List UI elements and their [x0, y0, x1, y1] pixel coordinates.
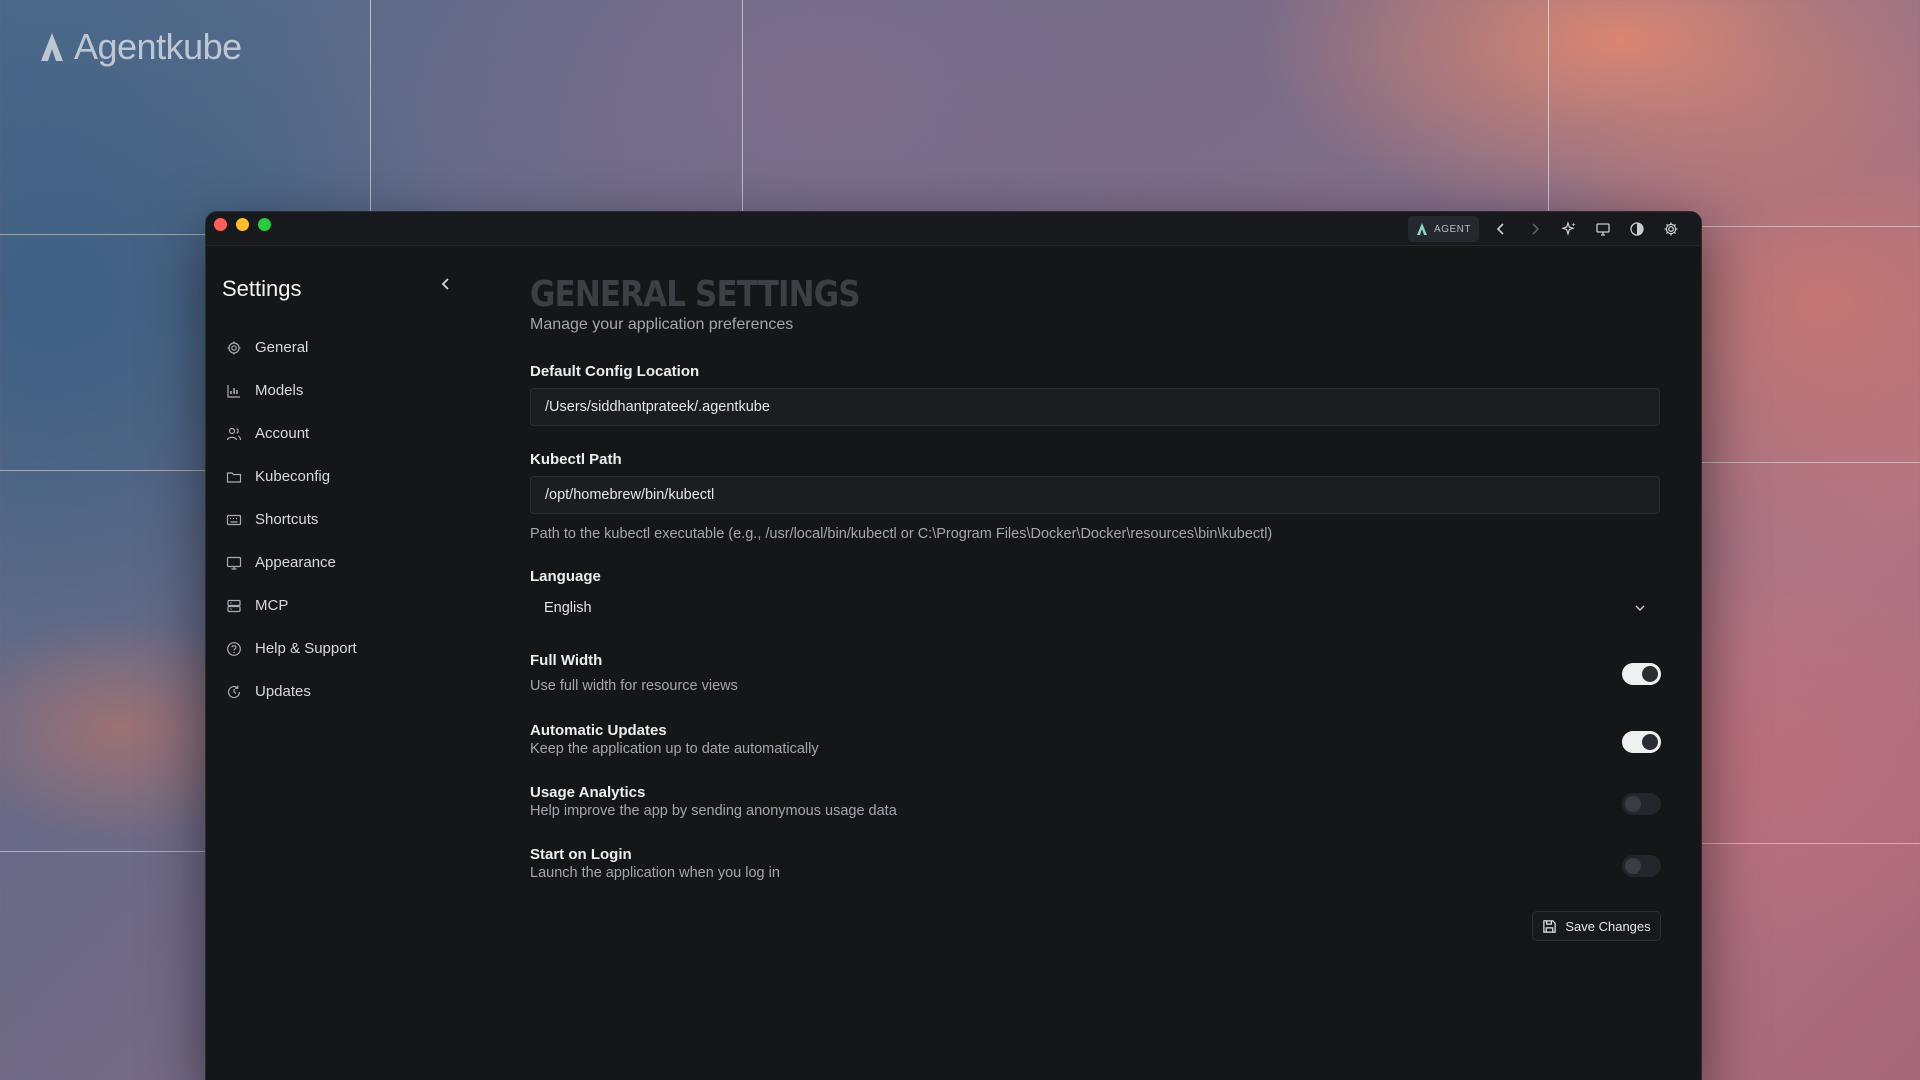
automatic-updates-toggle[interactable]	[1622, 731, 1661, 753]
sidebar-item-shortcuts[interactable]: Shortcuts	[226, 498, 357, 541]
bg-grid-line	[1702, 462, 1920, 463]
chevron-left-icon	[1496, 223, 1504, 235]
forward-button[interactable]	[1523, 217, 1547, 241]
titlebar-actions: AGENT	[1408, 216, 1683, 242]
kubectl-path-label: Kubectl Path	[530, 451, 622, 468]
contrast-icon	[1630, 222, 1644, 236]
sidebar-item-mcp[interactable]: MCP	[226, 584, 357, 627]
save-icon	[1543, 919, 1557, 933]
server-icon	[227, 599, 241, 612]
sidebar-item-label: Shortcuts	[255, 511, 319, 528]
sidebar-item-kubeconfig[interactable]: Kubeconfig	[226, 455, 357, 498]
agentkube-logo-icon	[41, 33, 63, 61]
bg-grid-line	[1548, 0, 1549, 230]
sidebar-title: Settings	[222, 276, 302, 301]
agent-button[interactable]: AGENT	[1408, 216, 1479, 242]
save-changes-button[interactable]: Save Changes	[1532, 911, 1661, 941]
full-width-title: Full Width	[530, 652, 603, 669]
language-select[interactable]: English	[530, 592, 1660, 624]
kubectl-path-hint: Path to the kubectl executable (e.g., /u…	[530, 526, 1273, 542]
full-width-toggle[interactable]	[1622, 663, 1661, 685]
kubectl-path-input[interactable]	[530, 476, 1660, 514]
usage-analytics-description: Help improve the app by sending anonymou…	[530, 803, 897, 819]
sidebar-item-updates[interactable]: Updates	[226, 670, 357, 713]
start-on-login-description: Launch the application when you log in	[530, 865, 780, 881]
refresh-icon	[227, 685, 241, 698]
gear-icon	[227, 341, 241, 354]
bg-grid-line	[742, 0, 743, 230]
config-location-label: Default Config Location	[530, 363, 700, 380]
start-on-login-toggle[interactable]	[1622, 855, 1661, 877]
brand: Agentkube	[40, 26, 242, 68]
app-window: AGENT Settings General Models Account Ku…	[205, 211, 1702, 1080]
sidebar-item-label: Updates	[255, 683, 311, 700]
sidebar-item-appearance[interactable]: Appearance	[226, 541, 357, 584]
collapse-sidebar-button[interactable]	[438, 276, 454, 297]
sidebar-item-account[interactable]: Account	[226, 412, 357, 455]
sparkles-icon	[1561, 221, 1576, 237]
chart-icon	[227, 384, 240, 398]
display-button[interactable]	[1591, 217, 1615, 241]
settings-button[interactable]	[1659, 217, 1683, 241]
monitor-icon	[226, 556, 242, 570]
bg-grid-line	[0, 234, 205, 235]
help-icon	[227, 641, 241, 656]
sidebar-item-label: Account	[255, 425, 310, 442]
config-location-input[interactable]	[530, 388, 1660, 426]
chevron-right-icon	[1532, 223, 1540, 235]
usage-analytics-title: Usage Analytics	[530, 784, 646, 801]
language-label: Language	[530, 568, 601, 585]
bg-grid-line	[0, 470, 205, 471]
toggle-knob	[1642, 666, 1658, 682]
bg-grid-line	[370, 0, 371, 230]
sidebar-item-label: Appearance	[255, 554, 336, 571]
sidebar-item-help-support[interactable]: Help & Support	[226, 627, 357, 670]
toggle-knob	[1625, 796, 1641, 812]
sidebar-item-label: Help & Support	[255, 640, 357, 657]
brand-name: Agentkube	[74, 26, 242, 67]
settings-sidebar: Settings General Models Account Kubeconf…	[206, 246, 476, 1080]
page-title: GENERAL SETTINGS	[530, 274, 861, 315]
save-changes-label: Save Changes	[1565, 918, 1651, 934]
toggle-knob	[1642, 734, 1658, 750]
minimize-window-button[interactable]	[236, 218, 249, 231]
users-icon	[226, 427, 242, 440]
agent-logo-icon	[1417, 223, 1428, 235]
chevron-down-icon	[1635, 605, 1645, 611]
start-on-login-title: Start on Login	[530, 846, 632, 863]
toggle-knob	[1625, 858, 1641, 874]
automatic-updates-description: Keep the application up to date automati…	[530, 741, 819, 757]
sidebar-item-label: General	[255, 339, 309, 356]
keyboard-icon	[226, 514, 242, 525]
sidebar-item-label: MCP	[255, 597, 289, 614]
ai-assist-button[interactable]	[1557, 217, 1581, 241]
automatic-updates-title: Automatic Updates	[530, 722, 667, 739]
back-button[interactable]	[1489, 217, 1513, 241]
usage-analytics-toggle[interactable]	[1622, 793, 1661, 815]
sidebar-item-label: Kubeconfig	[255, 468, 331, 485]
sidebar-item-general[interactable]: General	[226, 326, 357, 369]
theme-toggle-button[interactable]	[1625, 217, 1649, 241]
monitor-icon	[1596, 223, 1610, 236]
page-subtitle: Manage your application preferences	[530, 316, 794, 333]
sidebar-item-label: Models	[255, 382, 304, 399]
close-window-button[interactable]	[214, 218, 227, 231]
bg-grid-line	[1702, 843, 1920, 844]
chevron-left-icon	[441, 278, 449, 290]
bg-grid-line	[1702, 226, 1920, 227]
settings-nav: General Models Account Kubeconfig Shortc…	[226, 326, 357, 713]
full-width-description: Use full width for resource views	[530, 678, 738, 694]
window-controls	[214, 218, 271, 231]
sidebar-item-models[interactable]: Models	[226, 369, 357, 412]
language-value: English	[544, 600, 592, 616]
maximize-window-button[interactable]	[258, 218, 271, 231]
bg-grid-line	[0, 851, 205, 852]
folder-icon	[226, 471, 242, 483]
agent-label: AGENT	[1434, 223, 1471, 235]
gear-icon	[1664, 222, 1678, 236]
titlebar: AGENT	[206, 212, 1701, 246]
